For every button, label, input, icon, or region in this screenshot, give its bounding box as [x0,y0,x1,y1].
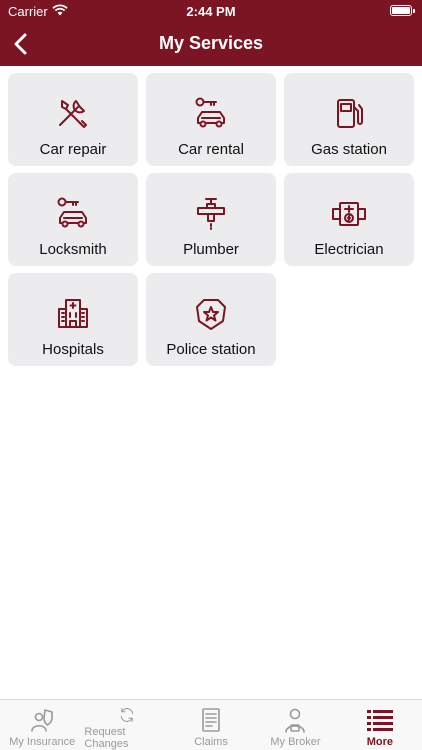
circuit-icon [332,202,366,226]
service-tile-plumber[interactable]: Plumber [146,173,276,266]
tab-bar: My Insurance Request Changes Claims My B… [0,699,422,750]
hospital-icon [58,299,88,328]
tab-label: Request Changes [84,726,129,750]
service-tile-hospitals[interactable]: Hospitals [8,273,138,366]
tools-icon [59,100,87,128]
service-label: Gas station [311,141,387,158]
services-grid: Car repair Car rental Gas station Locksm… [8,73,414,366]
navigation-bar: My Services [0,22,422,66]
tab-label: My Insurance [9,736,76,748]
service-tile-electrician[interactable]: Electrician [284,173,414,266]
document-icon [202,708,220,732]
service-label: Car repair [39,141,107,158]
tab-label: More [366,736,393,748]
faucet-icon [197,198,225,230]
tab-label: Claims [194,736,228,748]
broker-icon [285,708,306,733]
refresh-icon [120,708,133,722]
gas-pump-icon [337,99,363,128]
service-tile-gas-station[interactable]: Gas station [284,73,414,166]
tab-more[interactable]: More [338,700,422,750]
service-label: Car rental [178,141,244,158]
service-label: Plumber [183,241,239,258]
tab-request-changes[interactable]: Request Changes [84,700,168,750]
car-key-icon [57,197,87,228]
status-time: 2:44 PM [186,4,236,19]
police-badge-icon [196,299,226,330]
page-title: My Services [158,33,264,53]
service-tile-car-rental[interactable]: Car rental [146,73,276,166]
tab-label: My Broker [270,736,321,748]
service-tile-police-station[interactable]: Police station [146,273,276,366]
battery-icon [390,5,415,16]
tab-my-insurance[interactable]: My Insurance [0,700,84,750]
list-icon [366,710,393,731]
shield-person-icon [31,709,54,732]
service-tile-locksmith[interactable]: Locksmith [8,173,138,266]
status-bar: Carrier 2:44 PM [0,0,422,22]
service-label: Police station [166,341,256,358]
service-label: Hospitals [42,341,104,358]
service-tile-car-repair[interactable]: Car repair [8,73,138,166]
tab-claims[interactable]: Claims [169,700,253,750]
tab-my-broker[interactable]: My Broker [253,700,337,750]
service-label: Electrician [314,241,384,258]
car-key-icon [195,97,225,128]
service-label: Locksmith [39,241,107,258]
